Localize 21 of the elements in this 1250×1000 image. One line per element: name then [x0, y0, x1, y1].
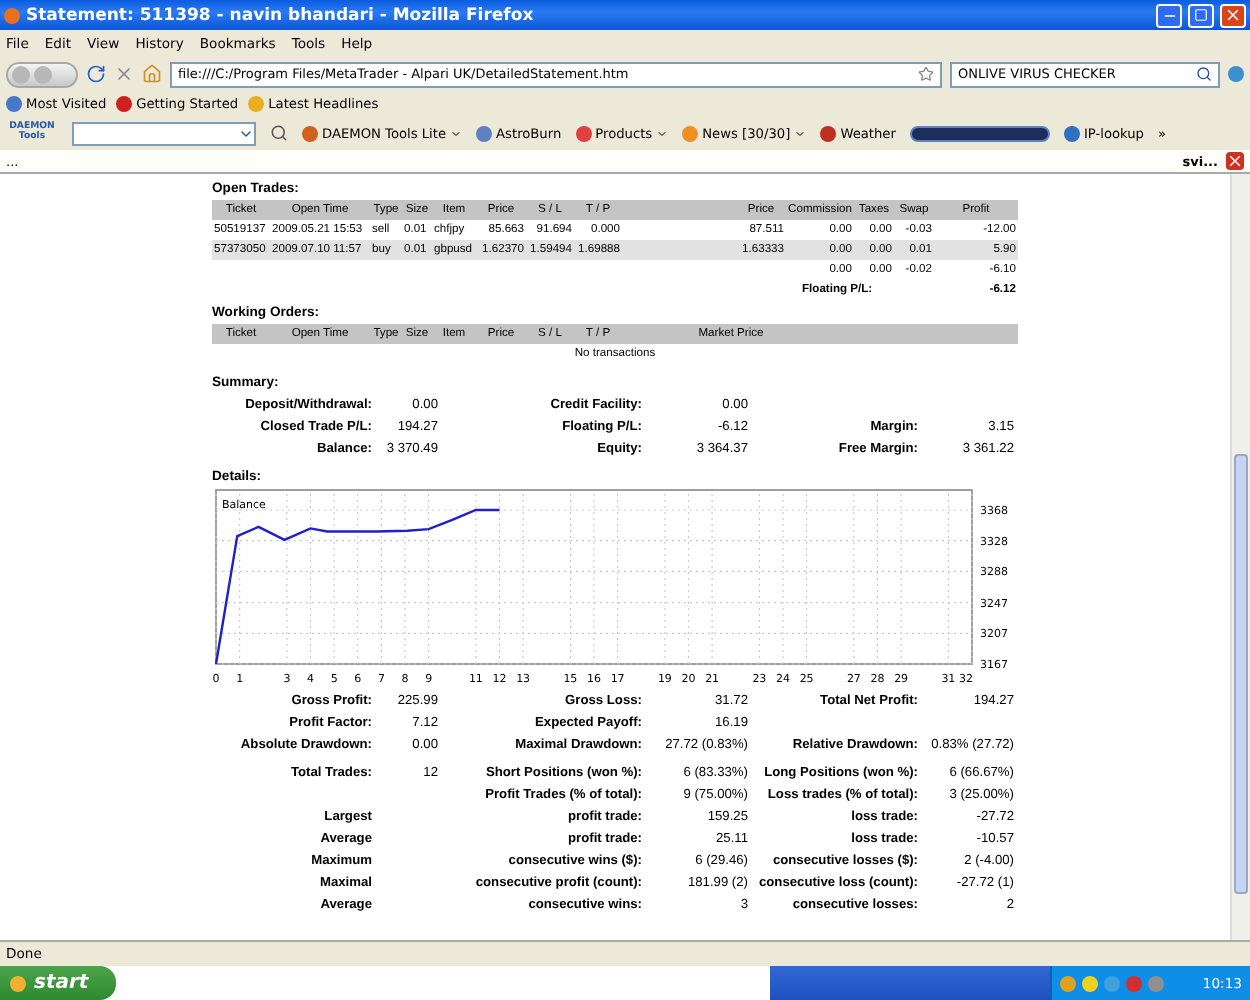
close-button[interactable]: [1220, 3, 1246, 27]
search-icon[interactable]: [270, 124, 288, 142]
star-icon[interactable]: [918, 66, 934, 82]
close-icon[interactable]: [1226, 152, 1244, 170]
toolbar-combo-field[interactable]: [72, 121, 256, 145]
close-icon: [1224, 6, 1242, 24]
maximize-icon: [1194, 8, 1208, 22]
search-icon[interactable]: [1196, 66, 1212, 82]
back-forward-button[interactable]: [6, 61, 78, 87]
minimize-button[interactable]: [1156, 3, 1182, 27]
caret-icon: [450, 127, 463, 139]
maximize-button[interactable]: [1188, 3, 1214, 27]
stop-icon[interactable]: [114, 64, 134, 84]
reload-icon[interactable]: [86, 64, 106, 84]
caret-icon: [794, 127, 807, 139]
window-title: Statement: 511398 - navin bhandari - Mozilla Firefox: [26, 5, 536, 25]
scrollbar[interactable]: [1230, 174, 1250, 940]
toolbar-widget[interactable]: [909, 125, 1050, 141]
start-button[interactable]: start: [0, 966, 116, 1000]
caret-icon: [656, 127, 669, 139]
home-icon[interactable]: [142, 64, 162, 84]
